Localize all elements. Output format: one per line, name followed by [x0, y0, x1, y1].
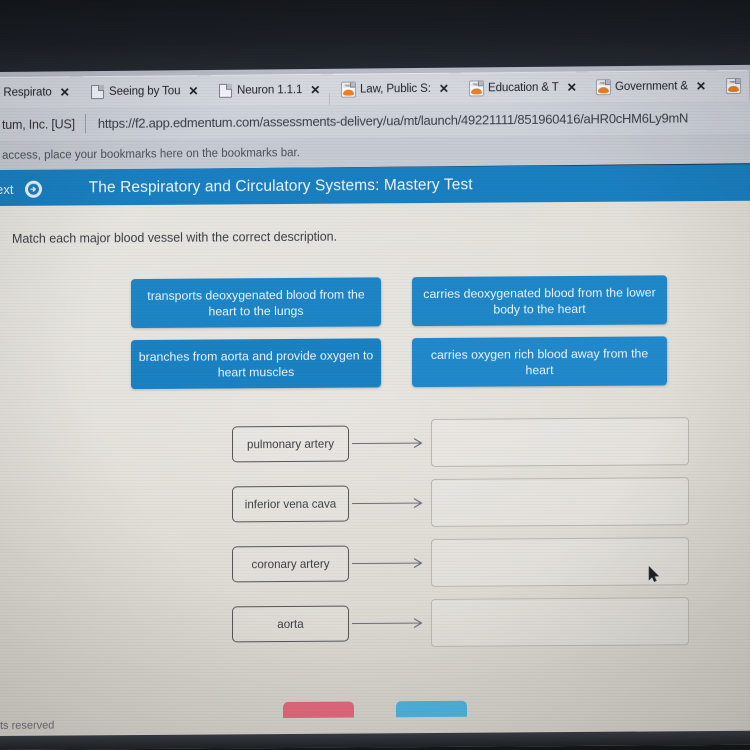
browser-tab-0[interactable]: e Respirato ✕ — [0, 76, 79, 109]
description-tiles: transports deoxygenated blood from the h… — [131, 275, 676, 390]
screen-photo: e Respirato ✕ Seeing by Tou ✕ Neuron 1.1… — [0, 0, 750, 750]
next-button-label[interactable]: ext — [0, 181, 14, 196]
term-label[interactable]: coronary artery — [232, 545, 349, 583]
question-prompt: Match each major blood vessel with the c… — [12, 229, 337, 246]
browser-tab-6[interactable]: ment — [715, 69, 750, 102]
site-identity-label: tum, Inc. [US] — [2, 116, 75, 132]
description-tile[interactable]: carries oxygen rich blood away from the … — [412, 336, 667, 388]
description-tile[interactable]: carries deoxygenated blood from the lowe… — [412, 275, 667, 327]
tab-title: Neuron 1.1.1 — [237, 83, 303, 97]
description-tile[interactable]: transports deoxygenated blood from the h… — [131, 277, 381, 329]
tab-title: Government & — [615, 79, 689, 93]
action-buttons — [0, 699, 750, 720]
browser-tab-4[interactable]: ment Education & T ✕ — [457, 71, 586, 104]
browser-tab-5[interactable]: ment Government & ✕ — [585, 70, 716, 103]
copyright-text: ts reserved — [0, 719, 55, 732]
arrow-right-circle-icon[interactable] — [24, 180, 42, 198]
reset-button[interactable] — [283, 701, 354, 719]
page-title: The Respiratory and Circulatory Systems:… — [88, 176, 473, 197]
answer-dropzone[interactable] — [431, 597, 689, 647]
tab-title: Law, Public S: — [359, 82, 431, 96]
term-label[interactable]: pulmonary artery — [232, 425, 349, 463]
arrow-right-icon — [351, 496, 429, 511]
match-row: inferior vena cava — [0, 471, 750, 536]
match-row: pulmonary artery — [0, 411, 750, 476]
browser-tab-3[interactable]: ment Law, Public S: ✕ — [329, 72, 458, 105]
browser-tab-2[interactable]: Neuron 1.1.1 ✕ — [207, 73, 330, 107]
bookmarks-hint-label: access, place your bookmarks here on the… — [2, 146, 300, 162]
tab-title: e Respirato — [0, 86, 52, 99]
answer-dropzone[interactable] — [431, 477, 689, 527]
answer-dropzone[interactable] — [431, 537, 689, 587]
term-label[interactable]: aorta — [232, 605, 349, 643]
tab-title: Education & T — [487, 81, 559, 94]
address-bar-divider — [84, 114, 86, 134]
answer-dropzone[interactable] — [431, 417, 689, 467]
page-icon — [90, 84, 104, 99]
arrow-right-icon — [351, 616, 429, 631]
match-row: aorta — [0, 591, 750, 656]
term-label[interactable]: inferior vena cava — [232, 485, 349, 523]
arrow-right-icon — [351, 436, 429, 451]
edmentum-icon: ment — [727, 78, 741, 93]
edmentum-icon: ment — [341, 82, 355, 97]
match-rows: pulmonary artery inferior vena cava coro… — [0, 411, 750, 656]
edmentum-icon: ment — [469, 80, 483, 95]
assessment-body: Match each major blood vessel with the c… — [0, 200, 750, 750]
match-row: coronary artery — [0, 531, 750, 596]
tab-title: Seeing by Tou — [108, 84, 181, 98]
page-icon — [219, 83, 233, 98]
browser-chrome: e Respirato ✕ Seeing by Tou ✕ Neuron 1.1… — [0, 64, 750, 170]
edmentum-icon: ment — [597, 79, 611, 94]
description-tile[interactable]: branches from aorta and provide oxygen t… — [131, 338, 381, 390]
url-text: https://f2.app.edmentum.com/assessments-… — [97, 110, 689, 132]
submit-button[interactable] — [396, 700, 467, 718]
arrow-right-icon — [351, 556, 429, 571]
monitor-bezel-top — [0, 0, 750, 77]
browser-tab-1[interactable]: Seeing by Tou ✕ — [78, 75, 208, 108]
